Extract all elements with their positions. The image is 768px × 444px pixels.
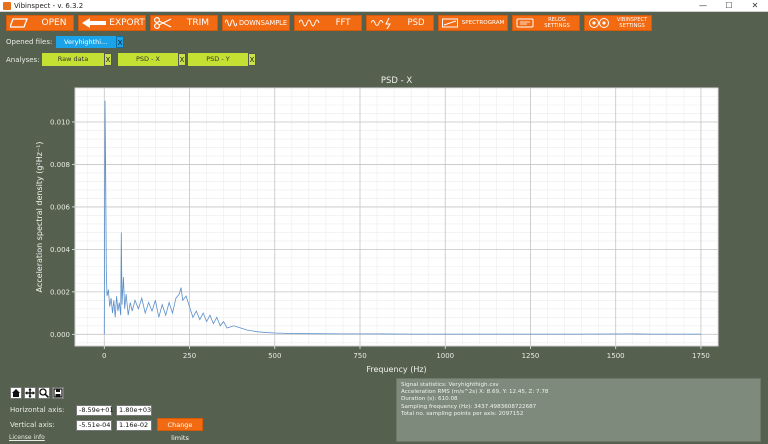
vertical-axis-min-input[interactable]: -5.51e-04: [76, 420, 112, 431]
analysis-tab-psd-y[interactable]: PSD - Y: [188, 53, 248, 66]
relog-settings-label: RELOG SETTINGS: [535, 16, 579, 30]
analysis-tab-psd-x-close[interactable]: X: [178, 53, 186, 66]
spectrogram-button[interactable]: SPECTROGRAM: [438, 15, 508, 31]
export-button[interactable]: EXPORT: [78, 15, 146, 31]
x-tick-label: 1000: [436, 352, 454, 360]
file-tab[interactable]: Veryhighthi...: [56, 36, 116, 48]
chart-title: PSD - X: [381, 76, 413, 86]
x-tick-label: 750: [353, 352, 366, 360]
vertical-axis-max-input[interactable]: 1.16e-02: [116, 420, 152, 431]
x-tick-label: 1500: [607, 352, 625, 360]
vibinspect-label-line2: SETTINGS: [619, 23, 645, 29]
analysis-tab-psd-x[interactable]: PSD - X: [118, 53, 178, 66]
trim-button[interactable]: TRIM: [150, 15, 218, 31]
x-tick-label: 0: [102, 352, 106, 360]
vibinspect-settings-label: VIBINSPECT SETTINGS: [611, 16, 653, 30]
open-button[interactable]: OPEN: [6, 15, 74, 31]
relog-label-line2: SETTINGS: [544, 23, 570, 29]
vibinspect-settings-button[interactable]: VIBINSPECT SETTINGS: [584, 15, 652, 31]
analysis-tab-psd-y-close[interactable]: X: [248, 53, 256, 66]
zoom-icon: [39, 388, 50, 399]
fft-wave-icon: [299, 16, 321, 30]
stats-line-duration: Duration (s): 610.08: [401, 396, 458, 403]
opened-files-label: Opened files:: [6, 38, 53, 46]
license-info-link[interactable]: License info: [9, 434, 45, 441]
analysis-tab-raw-data-close[interactable]: X: [104, 53, 112, 66]
y-tick-label: 0.006: [50, 203, 71, 211]
horizontal-axis-label: Horizontal axis:: [10, 406, 65, 414]
signal-statistics-panel: Signal statistics: Veryhighthigh.csv Acc…: [396, 378, 761, 442]
stats-line-sampling-frequency: Sampling frequency (Hz): 3437.4983608722…: [401, 403, 537, 410]
title-bar: Vibinspect - v. 6.3.2 — ☐ ✕: [0, 0, 768, 12]
x-axis-label: Frequency (Hz): [366, 365, 426, 374]
maximize-button[interactable]: ☐: [716, 0, 742, 12]
downsample-button[interactable]: DOWNSAMPLE: [222, 15, 290, 31]
vertical-axis-label: Vertical axis:: [10, 421, 55, 429]
x-tick-label: 1750: [692, 352, 710, 360]
y-tick-label: 0.010: [50, 118, 70, 126]
analysis-tab-raw-data[interactable]: Raw data: [42, 53, 104, 66]
trim-label: TRIM: [186, 18, 210, 28]
y-tick-label: 0.004: [50, 246, 71, 254]
pan-icon: [25, 388, 35, 398]
relog-settings-icon: [516, 16, 534, 30]
fft-label: FFT: [335, 18, 351, 28]
scissors-icon: [154, 16, 172, 30]
relog-settings-button[interactable]: RELOG SETTINGS: [512, 15, 580, 31]
window-title: Vibinspect - v. 6.3.2: [14, 2, 84, 10]
open-label: OPEN: [41, 18, 67, 28]
plot-area[interactable]: [74, 87, 719, 347]
y-tick-label: 0.000: [50, 331, 70, 339]
psd-button[interactable]: PSD: [366, 15, 434, 31]
pan-button[interactable]: [24, 387, 36, 399]
app-icon: [3, 2, 11, 10]
y-tick-label: 0.008: [50, 161, 70, 169]
horizontal-axis-max-input[interactable]: 1.80e+03: [116, 405, 152, 416]
file-tab-close[interactable]: X: [116, 36, 124, 48]
psd-plot[interactable]: 0 250 500 750 1000 1250 1500 1750 0.000 0.002 0.00…: [0, 70, 768, 380]
open-icon: [10, 16, 28, 30]
save-icon: [53, 388, 63, 398]
analyses-label: Analyses:: [6, 56, 40, 64]
horizontal-axis-min-input[interactable]: -8.59e+01: [76, 405, 114, 416]
spectrogram-label: SPECTROGRAM: [461, 20, 505, 26]
minimize-button[interactable]: —: [690, 0, 716, 12]
spectrogram-icon: [442, 16, 458, 30]
change-limits-button[interactable]: Change limits: [157, 418, 203, 442]
home-button[interactable]: [10, 387, 22, 399]
stats-line-file: Signal statistics: Veryhighthigh.csv: [401, 382, 499, 388]
y-tick-label: 0.002: [50, 288, 70, 296]
vibinspect-gear-icon: [588, 16, 612, 30]
x-tick-label: 1250: [522, 352, 540, 360]
fft-button[interactable]: FFT: [294, 15, 362, 31]
x-tick-label: 250: [183, 352, 196, 360]
x-tick-label: 500: [268, 352, 281, 360]
export-arrow-icon: [82, 16, 106, 30]
export-label: EXPORT: [109, 18, 145, 28]
stats-line-rms: Acceleration RMS (m/s^2s) X: 8.69, Y: 12…: [401, 389, 549, 396]
psd-wave-icon: [371, 16, 397, 30]
y-axis-label: Acceleration spectral density (g²Hz⁻¹): [35, 142, 44, 293]
save-figure-button[interactable]: [52, 387, 64, 399]
psd-label: PSD: [407, 18, 425, 28]
downsample-label: DOWNSAMPLE: [238, 19, 288, 27]
downsample-wave-icon: [225, 16, 237, 30]
stats-line-sampling-points: Total no. sampling points per axis: 2097…: [401, 410, 524, 417]
home-icon: [12, 389, 20, 397]
close-button[interactable]: ✕: [742, 0, 768, 12]
zoom-button[interactable]: [38, 387, 50, 399]
